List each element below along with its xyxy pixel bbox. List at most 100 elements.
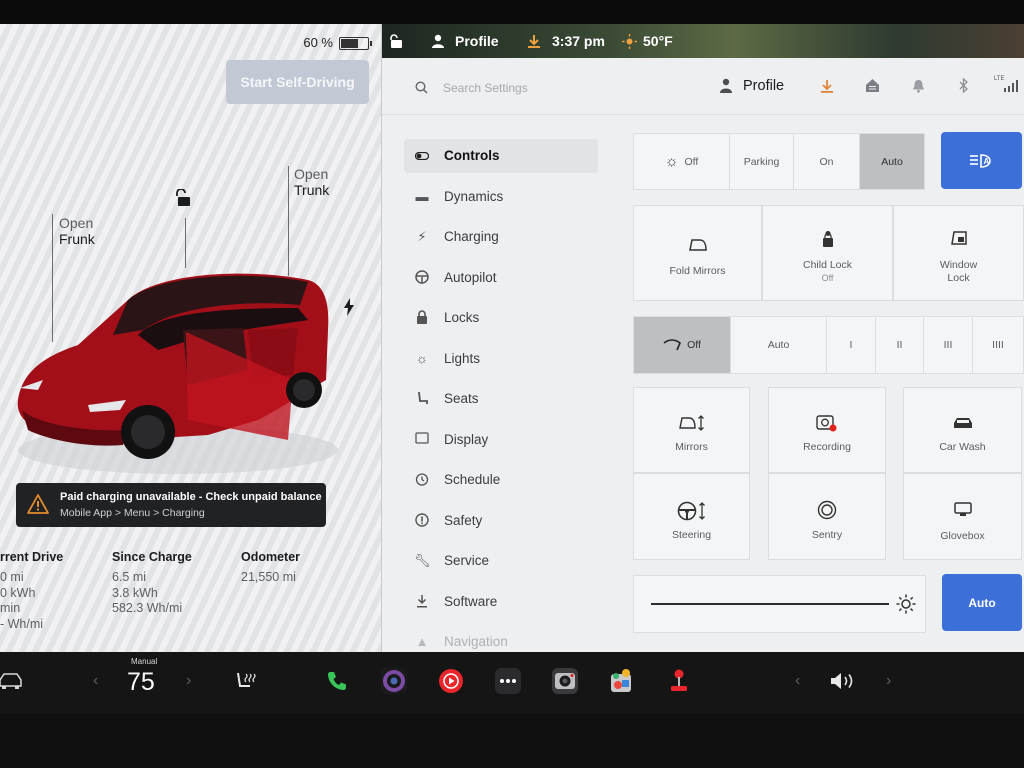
lock-status-icon[interactable] [390, 34, 404, 49]
mirror-icon [688, 239, 707, 251]
mirrors-adjust-button[interactable]: Mirrors [633, 387, 750, 473]
tile-label: Mirrors [675, 441, 708, 453]
nav-item-display[interactable]: Display [404, 423, 598, 457]
open-frunk-button[interactable]: Open Frunk [59, 215, 95, 247]
glovebox-button[interactable]: Glovebox [903, 473, 1022, 560]
steering-adjust-button[interactable]: Steering [633, 473, 750, 560]
child-lock-icon [822, 231, 833, 247]
nav-item-charging[interactable]: ⚡︎ Charging [404, 220, 598, 254]
nav-label: Schedule [444, 472, 501, 487]
wipers-speed-4-option[interactable]: IIII [973, 317, 1023, 373]
bluetooth-icon[interactable] [959, 78, 969, 93]
sun-icon [622, 34, 637, 49]
volume-speaker-icon[interactable] [829, 671, 857, 691]
window-lock-icon [950, 231, 967, 245]
frunk-label: Frunk [59, 231, 95, 247]
auto-high-beam-icon: A [969, 153, 991, 168]
arcade-joystick-icon[interactable] [666, 668, 692, 694]
nav-item-software[interactable]: Software [404, 585, 598, 619]
more-apps-icon[interactable] [495, 668, 521, 694]
option-label: Parking [743, 155, 780, 168]
dashcam-recording-icon [816, 415, 837, 432]
brightness-auto-button[interactable]: Auto [942, 574, 1022, 631]
option-label: I [849, 339, 853, 351]
wipers-speed-2-option[interactable]: II [876, 317, 924, 373]
display-brightness-slider[interactable] [633, 575, 926, 633]
option-label: III [943, 339, 953, 351]
status-profile-label[interactable]: Profile [455, 33, 499, 49]
bolt-icon: ⚡︎ [417, 229, 427, 244]
nav-label: Dynamics [444, 189, 504, 204]
signal-strength-icon [1004, 80, 1018, 92]
toggle-icon [414, 148, 430, 164]
nav-label: Software [444, 594, 498, 609]
car-wash-button[interactable]: Car Wash [903, 387, 1022, 473]
dashcam-app-icon[interactable] [552, 668, 578, 694]
camera-app-icon[interactable] [381, 668, 407, 694]
wipers-speed-3-option[interactable]: III [924, 317, 973, 373]
trip-value: 21,550 mi [241, 570, 296, 584]
auto-high-beam-button[interactable]: A [941, 132, 1022, 189]
fold-mirrors-button[interactable]: Fold Mirrors [633, 205, 762, 301]
homelink-icon[interactable] [865, 78, 880, 93]
temp-increase-button[interactable]: › [186, 672, 191, 690]
option-label: Auto [881, 155, 903, 168]
lte-label: LTE [994, 76, 1005, 82]
software-update-icon[interactable] [527, 34, 541, 49]
battery-percent: 60 % [303, 35, 333, 50]
nav-item-seats[interactable]: Seats [404, 382, 598, 416]
tile-label: Sentry [811, 529, 843, 541]
nav-item-schedule[interactable]: Schedule [404, 463, 598, 497]
tile-label: Child Lock [802, 259, 853, 271]
nav-label: Locks [444, 310, 480, 325]
display-icon [414, 432, 430, 448]
headlights-on-option[interactable]: On [794, 134, 860, 189]
sentry-mode-button[interactable]: Sentry [768, 473, 886, 560]
option-label: II [896, 339, 903, 351]
start-self-driving-button[interactable]: Start Self-Driving [226, 60, 369, 104]
nav-label: Controls [444, 148, 500, 163]
nav-item-safety[interactable]: Safety [404, 504, 598, 538]
wiper-icon [663, 339, 682, 351]
charge-port-bolt-icon[interactable] [343, 298, 355, 316]
cabin-temperature[interactable]: 75 [127, 668, 155, 697]
nav-item-locks[interactable]: Locks [404, 301, 598, 335]
nav-label: Display [444, 432, 489, 447]
nav-item-lights[interactable]: ☼ Lights [404, 342, 598, 376]
toybox-app-icon[interactable] [609, 668, 635, 694]
car-menu-icon[interactable] [0, 672, 22, 690]
wipers-off-option[interactable]: Off [634, 317, 731, 373]
youtube-music-icon[interactable] [438, 668, 464, 694]
nav-item-controls[interactable]: Controls [404, 139, 598, 173]
volume-increase-button[interactable]: › [886, 672, 891, 690]
charging-alert-banner[interactable]: Paid charging unavailable - Check unpaid… [16, 483, 326, 527]
open-trunk-button[interactable]: Open Trunk [294, 166, 329, 198]
headlights-parking-option[interactable]: Parking [730, 134, 794, 189]
brightness-sun-icon [896, 594, 916, 614]
window-lock-button[interactable]: Window Lock [893, 205, 1024, 301]
temp-decrease-button[interactable]: ‹ [93, 672, 98, 690]
option-label: Off [687, 339, 701, 351]
seat-heater-icon[interactable] [235, 670, 257, 692]
option-label: IIII [992, 339, 1004, 351]
lock-icon [414, 310, 430, 326]
volume-decrease-button[interactable]: ‹ [795, 672, 800, 690]
wipers-auto-option[interactable]: Auto [731, 317, 827, 373]
settings-profile-label[interactable]: Profile [743, 78, 784, 94]
headlights-auto-option[interactable]: Auto [860, 134, 924, 189]
glovebox-icon [953, 502, 972, 516]
download-icon[interactable] [820, 79, 834, 94]
search-icon [415, 81, 428, 94]
unlock-icon[interactable] [175, 189, 193, 207]
notification-bell-icon[interactable] [912, 79, 925, 93]
search-input[interactable]: Search Settings [443, 81, 528, 95]
phone-app-icon[interactable] [324, 668, 350, 694]
child-lock-button[interactable]: Child Lock Off [762, 205, 893, 301]
nav-item-autopilot[interactable]: Autopilot [404, 261, 598, 295]
recording-button[interactable]: Recording [768, 387, 886, 473]
headlights-off-option[interactable]: ☼ Off [634, 134, 730, 189]
nav-item-service[interactable]: 🔧︎ Service [404, 544, 598, 578]
wipers-speed-1-option[interactable]: I [827, 317, 876, 373]
seat-icon [414, 391, 430, 407]
nav-item-dynamics[interactable]: ▬ Dynamics [404, 180, 598, 214]
